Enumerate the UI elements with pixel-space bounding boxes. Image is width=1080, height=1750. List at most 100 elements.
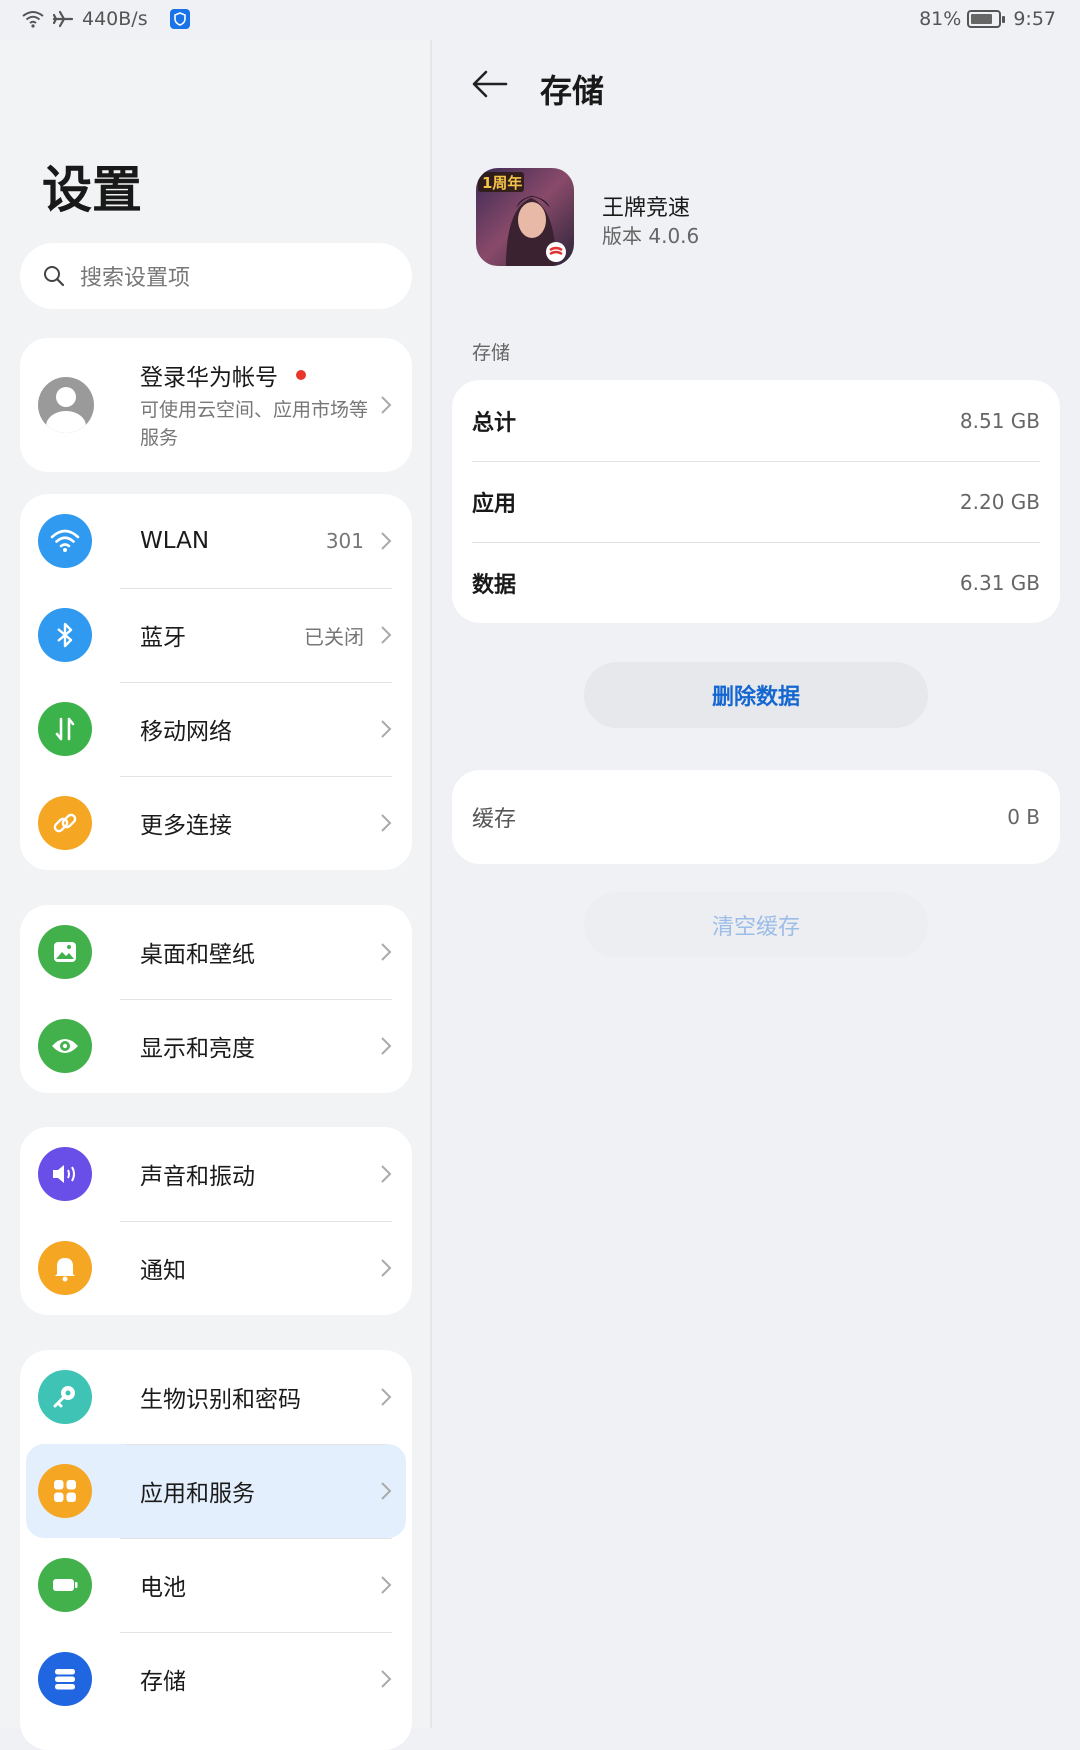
sound-group: 声音和振动 通知 bbox=[20, 1127, 412, 1315]
sidebar-item-label: WLAN bbox=[140, 528, 210, 554]
chevron-right-icon bbox=[381, 396, 392, 414]
app-icon: 1周年 bbox=[476, 168, 574, 266]
wifi-icon bbox=[38, 514, 92, 568]
search-input[interactable]: 搜索设置项 bbox=[20, 243, 412, 309]
sidebar-item-apps-services[interactable]: 应用和服务 bbox=[26, 1444, 406, 1538]
battery-icon bbox=[38, 1558, 92, 1612]
battery-icon bbox=[967, 10, 1006, 28]
search-placeholder: 搜索设置项 bbox=[80, 266, 191, 291]
app-icon-badge: 1周年 bbox=[482, 174, 522, 192]
key-icon bbox=[38, 1370, 92, 1424]
bluetooth-value: 已关闭 bbox=[304, 624, 364, 649]
sidebar-item-mobile-network[interactable]: 移动网络 bbox=[20, 682, 412, 776]
storage-row-app: 应用 2.20 GB bbox=[452, 461, 1060, 542]
chevron-right-icon bbox=[381, 626, 392, 644]
cache-value: 0 B bbox=[1007, 805, 1040, 829]
app-name: 王牌竞速 bbox=[602, 196, 691, 221]
sidebar-item-label: 电池 bbox=[140, 1575, 186, 1601]
chevron-right-icon bbox=[381, 1482, 392, 1500]
link-icon bbox=[38, 796, 92, 850]
sidebar-item-sound[interactable]: 声音和振动 bbox=[20, 1127, 412, 1221]
sidebar-item-label: 更多连接 bbox=[140, 813, 232, 839]
clock: 9:57 bbox=[1013, 8, 1056, 30]
chevron-right-icon bbox=[381, 814, 392, 832]
storage-detail-pane: 存储 1周年 王牌竞速 版本 4.0.6 存储 总计 8.51 GB 应用 2.… bbox=[432, 40, 1080, 1728]
storage-row-total: 总计 8.51 GB bbox=[452, 380, 1060, 461]
connectivity-group: WLAN 301 蓝牙 已关闭 移动网络 更多连接 bbox=[20, 494, 412, 870]
wallpaper-icon bbox=[38, 925, 92, 979]
sidebar-item-display[interactable]: 显示和亮度 bbox=[20, 999, 412, 1093]
cache-row: 缓存 0 B bbox=[452, 770, 1060, 864]
storage-row-data: 数据 6.31 GB bbox=[452, 542, 1060, 623]
wifi-icon bbox=[22, 11, 44, 28]
bell-icon bbox=[38, 1241, 92, 1295]
battery-level: 81% bbox=[919, 8, 962, 30]
storage-section-label: 存储 bbox=[472, 342, 511, 364]
sidebar-item-label: 应用和服务 bbox=[140, 1481, 255, 1507]
sidebar-item-label: 显示和亮度 bbox=[140, 1036, 255, 1062]
system-group: 生物识别和密码 应用和服务 电池 存储 bbox=[20, 1350, 412, 1750]
chevron-right-icon bbox=[381, 720, 392, 738]
sidebar-item-notifications[interactable]: 通知 bbox=[20, 1221, 412, 1315]
sidebar-item-label: 通知 bbox=[140, 1258, 186, 1284]
app-version: 版本 4.0.6 bbox=[602, 224, 700, 248]
bluetooth-icon bbox=[38, 608, 92, 662]
chevron-right-icon bbox=[381, 1576, 392, 1594]
account-title: 登录华为帐号 bbox=[140, 365, 278, 391]
status-bar-left: 440B/s bbox=[22, 8, 190, 30]
sidebar-item-wlan[interactable]: WLAN 301 bbox=[20, 494, 412, 588]
chevron-right-icon bbox=[381, 1165, 392, 1183]
sidebar-item-wallpaper[interactable]: 桌面和壁纸 bbox=[20, 905, 412, 999]
storage-row-label: 数据 bbox=[472, 572, 517, 598]
storage-row-label: 总计 bbox=[472, 410, 517, 436]
avatar bbox=[38, 377, 94, 433]
detail-title: 存储 bbox=[540, 72, 605, 110]
sidebar-item-label: 移动网络 bbox=[140, 719, 232, 745]
sidebar-item-label: 蓝牙 bbox=[140, 625, 186, 651]
chevron-right-icon bbox=[381, 1388, 392, 1406]
sidebar-item-label: 声音和振动 bbox=[140, 1164, 255, 1190]
notification-dot bbox=[296, 370, 306, 380]
sidebar-item-bluetooth[interactable]: 蓝牙 已关闭 bbox=[20, 588, 412, 682]
storage-row-value: 8.51 GB bbox=[959, 408, 1040, 433]
apps-icon bbox=[38, 1464, 92, 1518]
account-card[interactable]: 登录华为帐号 可使用云空间、应用市场等服务 bbox=[20, 338, 412, 472]
mobile-data-icon bbox=[38, 702, 92, 756]
settings-pane: 设置 搜索设置项 登录华为帐号 可使用云空间、应用市场等服务 WLAN 301 … bbox=[0, 40, 430, 1750]
sidebar-item-more-connections[interactable]: 更多连接 bbox=[20, 776, 412, 870]
storage-card: 总计 8.51 GB 应用 2.20 GB 数据 6.31 GB bbox=[452, 380, 1060, 623]
delete-data-button[interactable]: 删除数据 bbox=[584, 662, 928, 728]
storage-icon bbox=[38, 1652, 92, 1706]
chevron-right-icon bbox=[381, 1670, 392, 1688]
net-speed: 440B/s bbox=[82, 8, 148, 30]
cache-label: 缓存 bbox=[472, 807, 517, 832]
sidebar-item-label: 存储 bbox=[140, 1669, 186, 1695]
storage-row-value: 2.20 GB bbox=[959, 489, 1040, 514]
search-icon bbox=[44, 266, 65, 287]
back-arrow-icon[interactable] bbox=[472, 68, 508, 100]
display-group: 桌面和壁纸 显示和亮度 bbox=[20, 905, 412, 1093]
storage-row-label: 应用 bbox=[472, 491, 517, 517]
shield-icon bbox=[169, 9, 190, 29]
chevron-right-icon bbox=[381, 532, 392, 550]
storage-row-value: 6.31 GB bbox=[959, 570, 1040, 595]
chevron-right-icon bbox=[381, 1037, 392, 1055]
sidebar-item-battery[interactable]: 电池 bbox=[20, 1538, 412, 1632]
clear-cache-button: 清空缓存 bbox=[584, 892, 928, 958]
wlan-value: 301 bbox=[325, 529, 364, 553]
battery-fill bbox=[971, 14, 993, 24]
status-bar: 440B/s 81% 9:57 bbox=[0, 0, 1080, 40]
cache-card: 缓存 0 B bbox=[452, 770, 1060, 864]
account-subtitle: 可使用云空间、应用市场等服务 bbox=[140, 399, 369, 449]
chevron-right-icon bbox=[381, 1259, 392, 1277]
sidebar-item-storage[interactable]: 存储 bbox=[20, 1632, 412, 1726]
page-title: 设置 bbox=[42, 161, 142, 219]
sidebar-item-label: 桌面和壁纸 bbox=[140, 942, 255, 968]
sidebar-item-label: 生物识别和密码 bbox=[140, 1387, 301, 1413]
sidebar-item-biometrics[interactable]: 生物识别和密码 bbox=[20, 1350, 412, 1444]
chevron-right-icon bbox=[381, 943, 392, 961]
account-row[interactable]: 登录华为帐号 可使用云空间、应用市场等服务 bbox=[20, 338, 412, 472]
speaker-icon bbox=[38, 1147, 92, 1201]
status-bar-right: 81% 9:57 bbox=[919, 8, 1056, 30]
eye-icon bbox=[38, 1019, 92, 1073]
